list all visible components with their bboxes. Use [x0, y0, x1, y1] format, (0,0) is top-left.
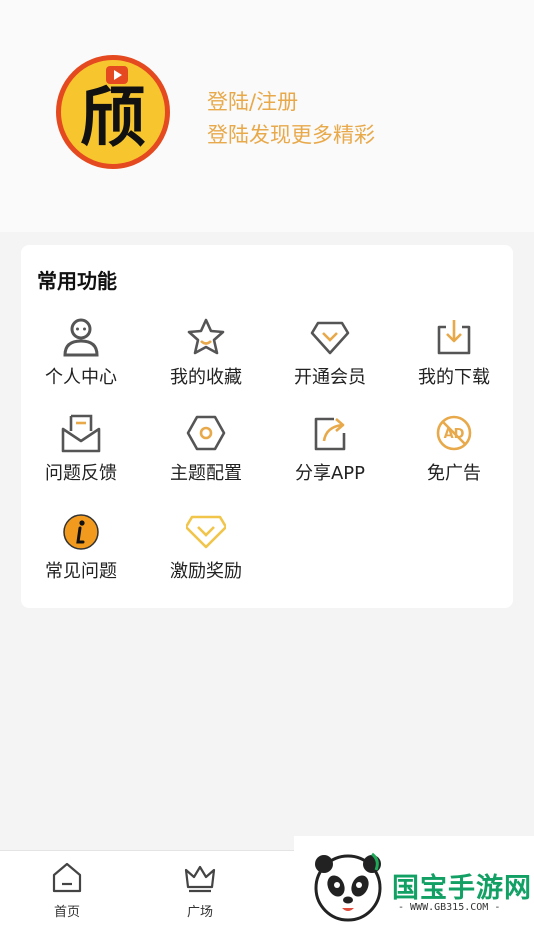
func-open-membership[interactable]: 开通会员 [270, 317, 390, 397]
feedback-mail-icon [61, 414, 101, 453]
login-register-link[interactable]: 登陆/注册 [207, 86, 298, 116]
home-icon [52, 862, 82, 893]
share-icon [314, 417, 346, 451]
reward-gem-icon [186, 515, 226, 549]
func-theme-config[interactable]: 主题配置 [146, 413, 266, 493]
watermark-url: - WWW.GB315.COM - [398, 902, 501, 913]
func-my-favorites[interactable]: 我的收藏 [146, 317, 266, 397]
avatar-glyph: 颀 [80, 78, 146, 156]
func-faq[interactable]: 常见问题 [21, 511, 141, 591]
user-icon [63, 318, 99, 357]
info-icon [63, 514, 99, 550]
section-title: 常用功能 [37, 269, 117, 293]
func-label: 激励奖励 [170, 561, 242, 582]
profile-header: 颀 登陆/注册 登陆发现更多精彩 [0, 0, 534, 232]
tab-home[interactable]: 首页 [32, 851, 102, 925]
play-icon [106, 66, 128, 84]
login-subtitle[interactable]: 登陆发现更多精彩 [207, 119, 375, 149]
func-label: 个人中心 [45, 367, 117, 388]
func-no-ads[interactable]: AD 免广告 [394, 413, 514, 493]
func-incentive-reward[interactable]: 激励奖励 [146, 511, 266, 591]
func-share-app[interactable]: 分享APP [270, 413, 390, 493]
func-label: 开通会员 [294, 367, 366, 388]
func-label: 主题配置 [170, 463, 242, 484]
crown-icon [184, 865, 216, 893]
func-personal-center[interactable]: 个人中心 [21, 317, 141, 397]
watermark-brand: 国宝手游网 [392, 873, 532, 904]
avatar[interactable]: 颀 [56, 55, 170, 169]
func-label: 常见问题 [45, 561, 117, 582]
diamond-icon [310, 321, 350, 355]
func-label: 我的下载 [418, 367, 490, 388]
common-functions-card: 常用功能 个人中心 我的收藏 开通会员 我的下载 问题反馈 主题配置 分享APP… [21, 245, 513, 608]
no-ad-icon: AD [436, 415, 472, 451]
site-watermark: 国宝手游网 - WWW.GB315.COM - [294, 836, 534, 925]
panda-logo-icon [314, 852, 382, 922]
func-label: 我的收藏 [170, 367, 242, 388]
tab-square[interactable]: 广场 [165, 851, 235, 925]
tab-label: 首页 [53, 905, 80, 920]
hexagon-theme-icon [186, 415, 226, 451]
func-label: 免广告 [427, 463, 481, 484]
download-icon [437, 320, 471, 355]
func-my-downloads[interactable]: 我的下载 [394, 317, 514, 397]
func-label: 分享APP [294, 463, 366, 484]
func-feedback[interactable]: 问题反馈 [21, 413, 141, 493]
star-icon [187, 318, 225, 355]
func-label: 问题反馈 [45, 463, 117, 484]
tab-label: 广场 [186, 905, 213, 920]
